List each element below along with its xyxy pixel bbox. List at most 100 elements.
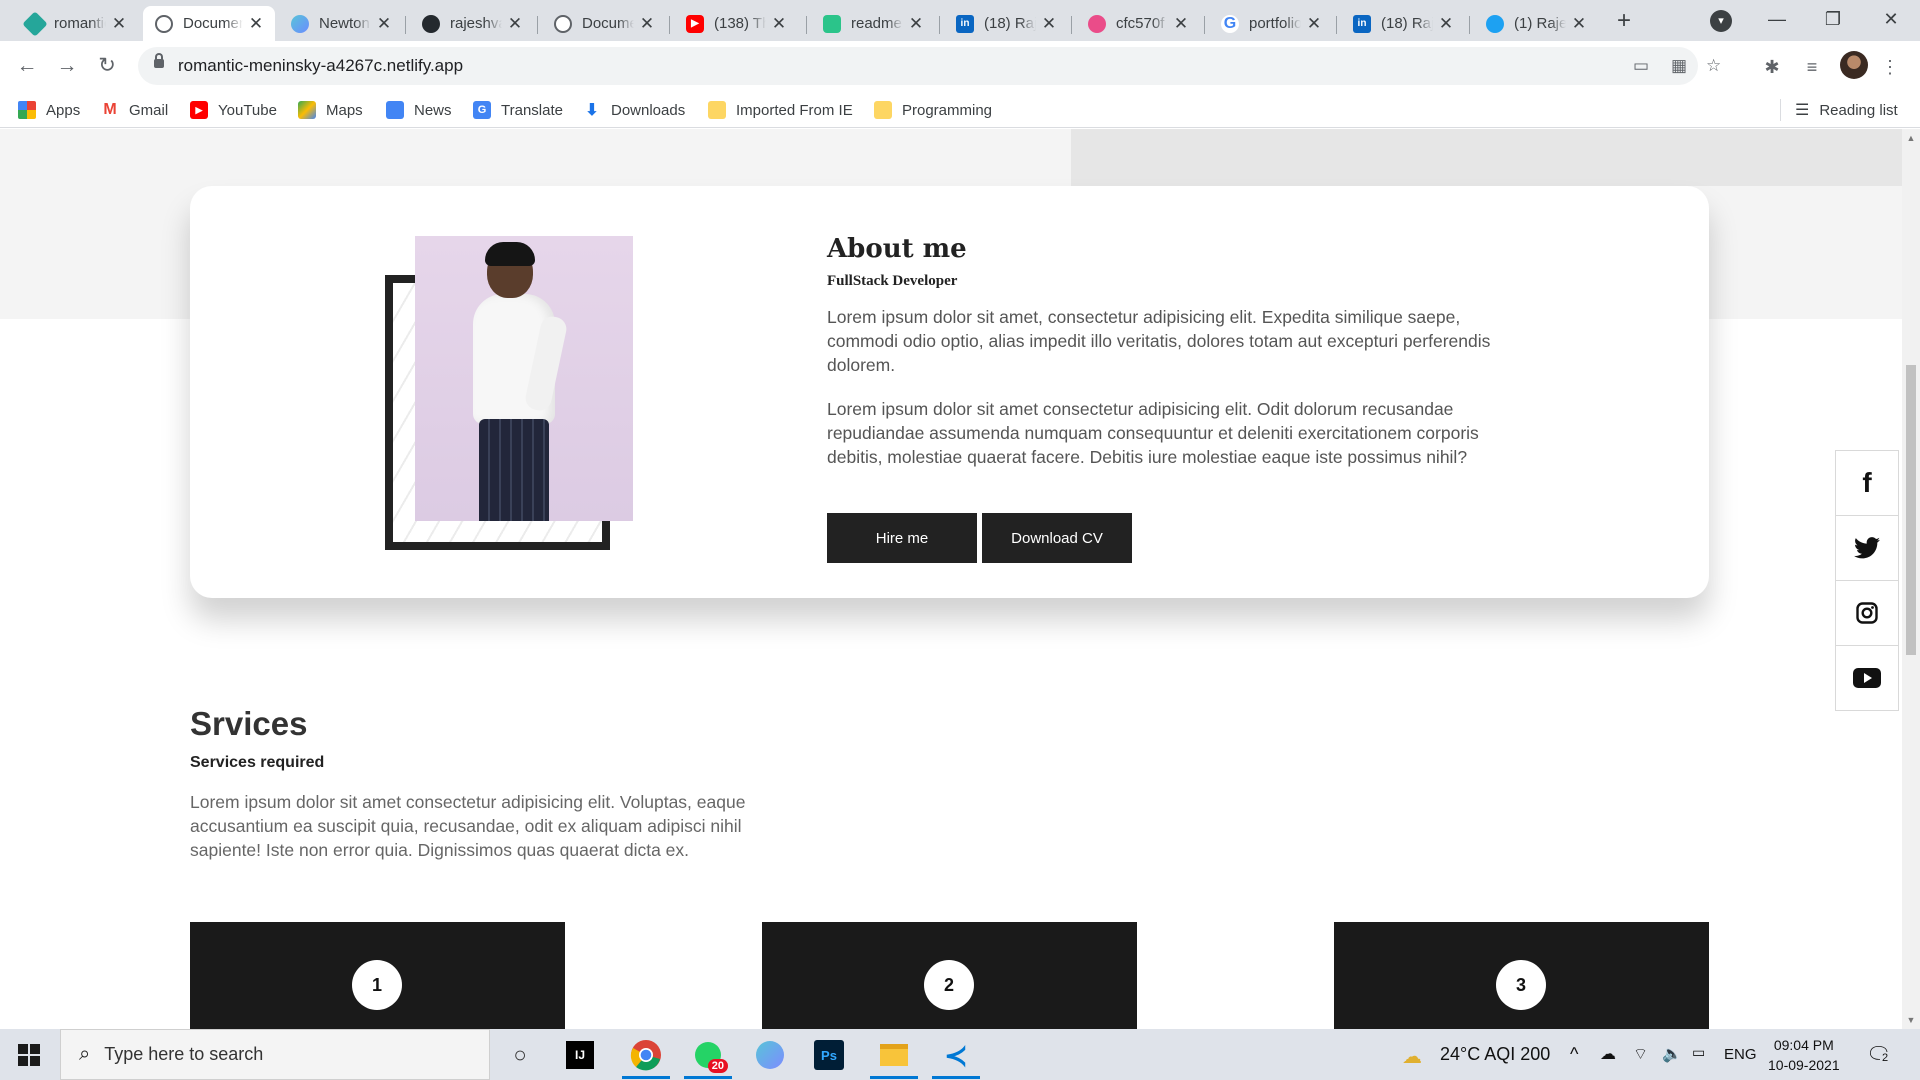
qr-icon[interactable]: ▦	[1668, 55, 1690, 77]
media-icon[interactable]: ≡	[1800, 55, 1824, 79]
newton-icon	[291, 14, 309, 33]
tab-romantic[interactable]: romantic-meninsky ✕	[14, 6, 138, 41]
bookmark-label: Apps	[46, 101, 81, 119]
show-hidden-icons-chevron[interactable]: ^	[1570, 1044, 1578, 1065]
whatsapp-icon[interactable]: 20	[690, 1037, 728, 1073]
close-icon[interactable]: ✕	[110, 14, 128, 34]
bookmark-label: News	[414, 101, 452, 119]
photoshop-icon[interactable]: Ps	[814, 1040, 844, 1070]
window-close-icon[interactable]: ✕	[1866, 4, 1916, 34]
language-indicator[interactable]: ENG	[1724, 1046, 1757, 1063]
onedrive-icon[interactable]: ☁	[1600, 1044, 1616, 1064]
close-icon[interactable]: ✕	[375, 14, 393, 34]
tab-youtube[interactable]: ▶ (138) The ✕	[674, 6, 798, 41]
bookmark-youtube[interactable]: ▶ YouTube	[190, 99, 277, 121]
close-icon[interactable]: ✕	[1040, 14, 1058, 34]
reload-icon[interactable]: ↻	[92, 51, 122, 81]
extensions-icon[interactable]: ✱	[1760, 55, 1784, 79]
tab-readme[interactable]: readme ✕	[811, 6, 935, 41]
bookmark-gmail[interactable]: M Gmail	[101, 99, 168, 121]
cast-icon[interactable]: ▭	[1630, 55, 1652, 77]
close-icon[interactable]: ✕	[638, 14, 656, 34]
tab-document-2[interactable]: Document ✕	[542, 6, 666, 41]
minimize-icon[interactable]: —	[1752, 4, 1802, 34]
services-subtitle: Services required	[190, 754, 325, 771]
vscode-icon[interactable]: ≺	[938, 1037, 974, 1073]
chrome-icon[interactable]	[628, 1037, 664, 1073]
scroll-down-icon[interactable]: ▼	[1906, 1015, 1916, 1025]
new-tab-button[interactable]: +	[1610, 8, 1638, 36]
address-bar[interactable]: romantic-meninsky-a4267c.netlify.app ▭ ▦…	[138, 47, 1721, 85]
scroll-thumb[interactable]	[1906, 365, 1916, 655]
windows-start-icon[interactable]	[18, 1044, 40, 1066]
instagram-link[interactable]	[1835, 580, 1899, 646]
tab-twitter[interactable]: (1) Rajesh ✕	[1474, 6, 1598, 41]
close-icon[interactable]: ✕	[770, 14, 788, 34]
taskbar-clock[interactable]: 09:04 PM 10-09-2021	[1768, 1035, 1840, 1075]
youtube-link[interactable]	[1835, 645, 1899, 711]
cortana-icon[interactable]: ○	[502, 1037, 538, 1073]
battery-icon[interactable]: ▭	[1692, 1044, 1705, 1061]
tab-title: (18) Rajesh	[1381, 15, 1433, 32]
file-explorer-icon[interactable]	[876, 1037, 912, 1073]
bookmark-downloads[interactable]: ⬇ Downloads	[583, 99, 685, 121]
service-card-2[interactable]: 2	[762, 922, 1137, 1029]
menu-dots-icon[interactable]: ⋮	[1878, 55, 1902, 79]
tab-google-portfolio[interactable]: G portfolio ✕	[1209, 6, 1333, 41]
tab-title: readme	[851, 15, 902, 32]
page-scrollbar[interactable]: ▲ ▼	[1902, 129, 1920, 1029]
restore-icon[interactable]: ❐	[1808, 4, 1858, 34]
tab-newton[interactable]: Newton School ✕	[279, 6, 403, 41]
tab-linkedin-2[interactable]: in (18) Rajesh ✕	[1341, 6, 1465, 41]
reading-list-button[interactable]: ☰ Reading list	[1780, 99, 1898, 121]
scroll-up-icon[interactable]: ▲	[1906, 133, 1916, 143]
tab-document-active[interactable]: Document ✕	[143, 6, 275, 41]
newton-app-icon[interactable]	[752, 1037, 788, 1073]
instagram-icon	[1856, 602, 1878, 624]
tab-search-icon[interactable]: ▾	[1710, 10, 1732, 32]
lock-icon[interactable]	[154, 53, 164, 68]
about-subtitle: FullStack Developer	[827, 273, 958, 289]
close-icon[interactable]: ✕	[506, 14, 524, 34]
taskbar-search-input[interactable]: ⌕ Type here to search	[60, 1029, 490, 1080]
bookmark-maps[interactable]: Maps	[298, 99, 363, 121]
tab-dribbble[interactable]: cfc570f ✕	[1076, 6, 1200, 41]
tab-linkedin-1[interactable]: in (18) Rajesh ✕	[944, 6, 1068, 41]
volume-icon[interactable]: 🔈	[1662, 1044, 1682, 1064]
bookmark-news[interactable]: News	[386, 99, 452, 121]
avatar[interactable]	[1840, 51, 1868, 79]
service-card-3[interactable]: 3	[1334, 922, 1709, 1029]
twitter-link[interactable]	[1835, 515, 1899, 581]
back-icon[interactable]: ←	[12, 51, 42, 81]
explorer-active-indicator	[870, 1076, 918, 1079]
weather-text[interactable]: 24°C AQI 200	[1440, 1044, 1550, 1065]
close-icon[interactable]: ✕	[1570, 14, 1588, 34]
bookmark-label: Translate	[501, 101, 563, 119]
bookmark-apps[interactable]: Apps	[18, 99, 80, 121]
bookmark-translate[interactable]: G Translate	[473, 99, 563, 121]
close-icon[interactable]: ✕	[1437, 14, 1455, 34]
bookmark-programming[interactable]: Programming	[874, 99, 992, 121]
url-text[interactable]: romantic-meninsky-a4267c.netlify.app	[178, 56, 463, 76]
tab-github[interactable]: rajeshvarma ✕	[410, 6, 534, 41]
service-card-1[interactable]: 1	[190, 922, 565, 1029]
hire-me-button[interactable]: Hire me	[827, 513, 977, 563]
close-icon[interactable]: ✕	[907, 14, 925, 34]
search-placeholder: Type here to search	[104, 1044, 264, 1064]
service-number: 2	[924, 960, 974, 1010]
linkedin-icon: in	[1353, 14, 1371, 33]
bookmark-star-icon[interactable]: ☆	[1706, 55, 1721, 77]
weather-icon[interactable]: ☁	[1402, 1044, 1422, 1069]
close-icon[interactable]: ✕	[247, 14, 265, 34]
download-cv-button[interactable]: Download CV	[982, 513, 1132, 563]
close-icon[interactable]: ✕	[1172, 14, 1190, 34]
forward-icon[interactable]: →	[52, 51, 82, 81]
close-icon[interactable]: ✕	[1305, 14, 1323, 34]
intellij-icon[interactable]: IJ	[566, 1041, 594, 1069]
notification-center-icon[interactable]: 🗨 2	[1866, 1042, 1891, 1067]
about-paragraph-2: Lorem ipsum dolor sit amet consectetur a…	[827, 399, 1479, 467]
wifi-icon[interactable]: ⌔	[1633, 1044, 1648, 1064]
whatsapp-badge: 20	[707, 1059, 728, 1073]
bookmark-imported-ie[interactable]: Imported From IE	[708, 99, 853, 121]
facebook-link[interactable]: f	[1835, 450, 1899, 516]
